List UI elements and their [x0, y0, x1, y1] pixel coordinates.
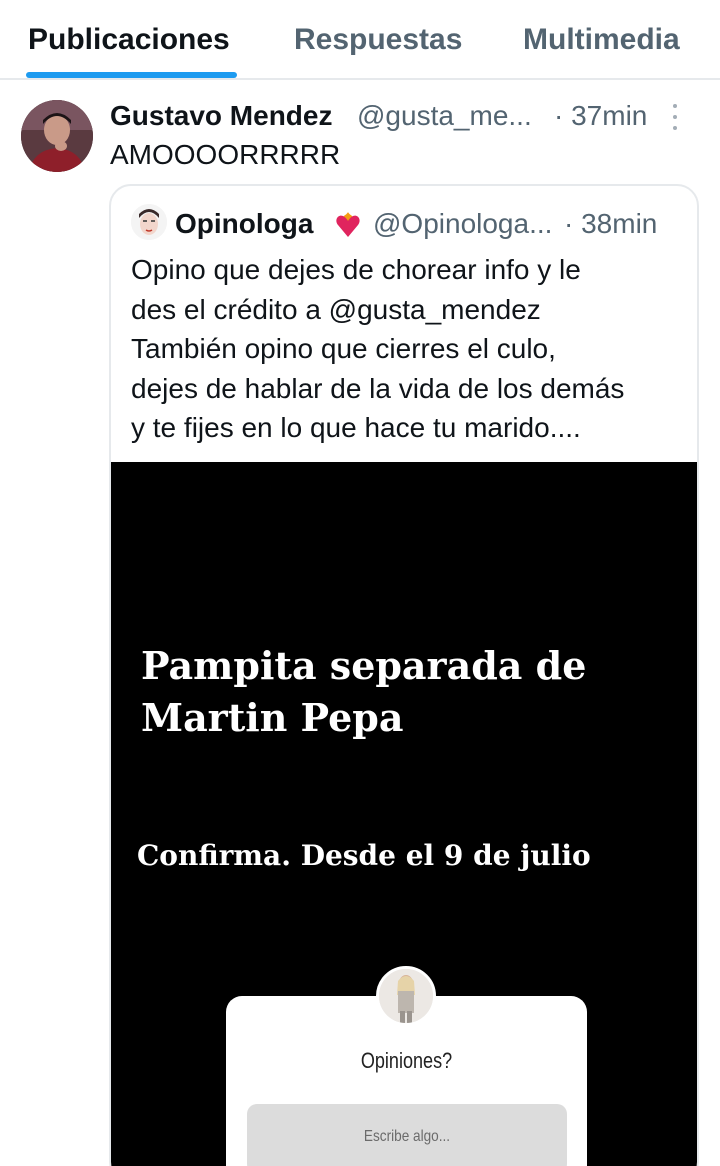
tab-multimedia[interactable]: Multimedia — [523, 22, 680, 58]
quoted-text-line: des el crédito a @gusta_mendez — [131, 293, 541, 325]
question-sticker-title: Opiniones? — [360, 1048, 453, 1073]
quoted-author-handle[interactable]: @Opinologa... — [373, 204, 552, 244]
tweet-header: Gustavo Mendez @gusta_me... · 37min — [110, 97, 710, 135]
media-headline-line: Martin Pepa — [141, 695, 404, 740]
quoted-text-line: dejes de hablar de la vida de los demás — [131, 372, 625, 404]
tweet-text: AMOOOORRRRR — [110, 139, 341, 170]
author-handle[interactable]: @gusta_me... — [357, 97, 532, 135]
heart-on-fire-icon — [336, 212, 360, 237]
media-headline: Pampita separada de Martin Pepa — [141, 640, 681, 744]
quoted-time[interactable]: · 38min — [564, 204, 657, 244]
quoted-text-line: También opino que cierres el culo, — [131, 333, 556, 364]
sticker-avatar-photo — [379, 969, 433, 1023]
author-name[interactable]: Gustavo Mendez — [110, 100, 332, 131]
avatar-photo — [21, 100, 93, 172]
more-vertical-icon[interactable] — [668, 104, 682, 130]
quoted-text-line: Opino que dejes de chorear info y le — [131, 254, 581, 285]
quoted-text-line: y te fijes en lo que hace tu marido.... — [131, 412, 581, 443]
quoted-tweet[interactable]: Opinologa @Opinologa... · 38min Opino qu… — [109, 184, 699, 1166]
tab-respuestas[interactable]: Respuestas — [294, 22, 462, 58]
quoted-avatar[interactable] — [131, 204, 167, 240]
avatar[interactable] — [21, 100, 93, 172]
question-sticker-input: Escribe algo... — [247, 1104, 567, 1166]
quoted-header: Opinologa @Opinologa... · 38min — [175, 204, 695, 244]
tab-publicaciones[interactable]: Publicaciones — [28, 22, 230, 58]
active-tab-indicator — [26, 72, 237, 78]
media-subtitle: Confirma. Desde el 9 de julio — [137, 839, 591, 872]
profile-tabs: Publicaciones Respuestas Multimedia — [0, 0, 720, 80]
quoted-author-name[interactable]: Opinologa — [175, 208, 313, 239]
question-sticker-avatar — [376, 966, 436, 1026]
media-headline-line: Pampita separada de — [141, 643, 587, 688]
question-sticker: Opiniones? Escribe algo... — [226, 966, 587, 1166]
quoted-media-image[interactable]: Pampita separada de Martin Pepa Confirma… — [111, 462, 697, 1166]
quoted-avatar-drawing — [131, 204, 167, 240]
tweet-time[interactable]: · 37min — [554, 97, 647, 135]
quoted-text: Opino que dejes de chorear info y le des… — [131, 250, 691, 448]
question-sticker-placeholder: Escribe algo... — [363, 1128, 451, 1145]
